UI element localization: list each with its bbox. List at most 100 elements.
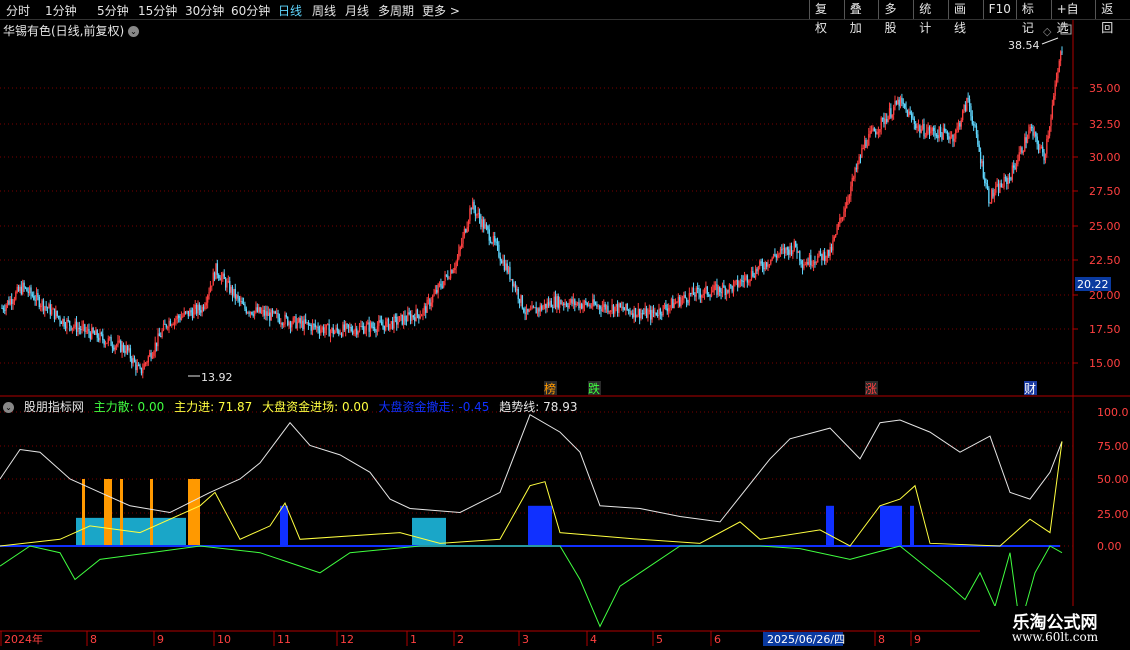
- candle-body: [507, 267, 510, 273]
- candle-body: [135, 361, 137, 371]
- diamond-icon[interactable]: ◇: [1043, 25, 1052, 38]
- candle-body: [887, 116, 889, 123]
- candle-body: [811, 264, 813, 266]
- candle-body: [964, 104, 967, 111]
- candle-body: [223, 273, 225, 279]
- candle-body: [35, 293, 38, 301]
- time-label: 8: [90, 633, 97, 646]
- candle-body: [719, 286, 721, 292]
- candle-body: [672, 299, 674, 309]
- candle-body: [311, 323, 314, 331]
- candle-body: [432, 295, 434, 303]
- candle-body: [84, 324, 86, 332]
- candle-body: [655, 312, 657, 315]
- window-toggle-icon[interactable]: [1060, 24, 1072, 35]
- marker-up[interactable]: 涨: [865, 381, 877, 396]
- candle-body: [208, 291, 210, 296]
- candle-body: [132, 357, 134, 364]
- candle-body: [372, 327, 374, 329]
- settings-circle-icon[interactable]: ⌄: [3, 402, 14, 413]
- candle-body: [1008, 177, 1011, 179]
- candle-body: [495, 241, 497, 243]
- candle-body: [726, 290, 728, 295]
- candle-body: [183, 311, 185, 316]
- candle-body: [923, 123, 925, 137]
- candle-body: [572, 299, 575, 304]
- candle-body: [440, 283, 442, 287]
- main-accum-bar: [412, 517, 446, 546]
- candle-body: [779, 249, 782, 254]
- candle-body: [180, 316, 183, 320]
- candle-body: [117, 340, 119, 346]
- candle-body: [730, 284, 732, 286]
- candle-body: [125, 345, 127, 353]
- candle-body: [527, 308, 529, 312]
- candle-body: [556, 296, 558, 308]
- candle-body: [1019, 147, 1022, 153]
- candle-body: [1013, 165, 1015, 168]
- candle-body: [906, 109, 909, 117]
- candle-body: [213, 272, 216, 280]
- marker-down[interactable]: 跌: [588, 381, 600, 396]
- candle-body: [877, 132, 880, 134]
- candle-body: [295, 316, 297, 329]
- candle-body: [666, 308, 668, 312]
- candle-body: [679, 297, 681, 307]
- market-out-bar: [528, 505, 552, 546]
- candle-body: [37, 293, 39, 297]
- candle-body: [363, 326, 365, 334]
- candle-body: [944, 128, 946, 132]
- candle-body: [663, 304, 666, 306]
- candle-body: [782, 248, 784, 250]
- candle-body: [233, 288, 235, 296]
- candle-body: [864, 139, 866, 149]
- candle-body: [761, 263, 764, 268]
- candle-body: [625, 303, 627, 311]
- marker-finance[interactable]: 财: [1024, 382, 1036, 396]
- candle-body: [260, 311, 263, 313]
- candle-body: [967, 98, 969, 100]
- candle-body: [429, 299, 431, 307]
- price-label: 25.00: [1089, 220, 1121, 233]
- candle-body: [62, 319, 64, 324]
- candle-body: [244, 304, 246, 309]
- candle-body: [1010, 178, 1012, 180]
- candle-body: [469, 208, 471, 221]
- candle-body: [509, 267, 511, 280]
- svg-text:75.00: 75.00: [1097, 440, 1129, 453]
- candle-body: [742, 281, 744, 283]
- candle-body: [310, 325, 312, 331]
- candle-body: [336, 327, 339, 331]
- candle-body: [815, 262, 818, 264]
- marker-rank[interactable]: 榜: [544, 381, 556, 396]
- candle-body: [975, 126, 978, 135]
- candle-body: [1003, 177, 1005, 187]
- candle-body: [354, 328, 357, 331]
- candle-body: [525, 308, 528, 315]
- candle-body: [829, 246, 831, 257]
- candle-body: [803, 264, 805, 269]
- candle-body: [271, 309, 274, 313]
- candle-body: [423, 306, 426, 310]
- indicator-name[interactable]: 股朋指标网: [24, 400, 84, 414]
- low-price-annotation: 13.92: [188, 371, 233, 384]
- candle-body: [45, 306, 47, 308]
- candle-body: [357, 331, 359, 335]
- candle-body: [564, 303, 566, 306]
- candle-body: [807, 261, 809, 265]
- candle-body: [380, 321, 383, 326]
- candle-body: [968, 99, 971, 107]
- candle-body: [857, 162, 859, 170]
- candle-body: [750, 271, 753, 280]
- candle-body: [157, 333, 159, 347]
- candle-body: [1014, 167, 1016, 169]
- candle-body: [1054, 84, 1056, 96]
- candle-body: [296, 322, 299, 329]
- time-label: 12: [340, 633, 354, 646]
- candle-body: [425, 306, 427, 313]
- candle-body: [164, 323, 166, 325]
- candle-body: [619, 303, 622, 308]
- candle-body: [937, 135, 939, 139]
- candle-body: [412, 315, 415, 318]
- candle-body: [1058, 60, 1060, 73]
